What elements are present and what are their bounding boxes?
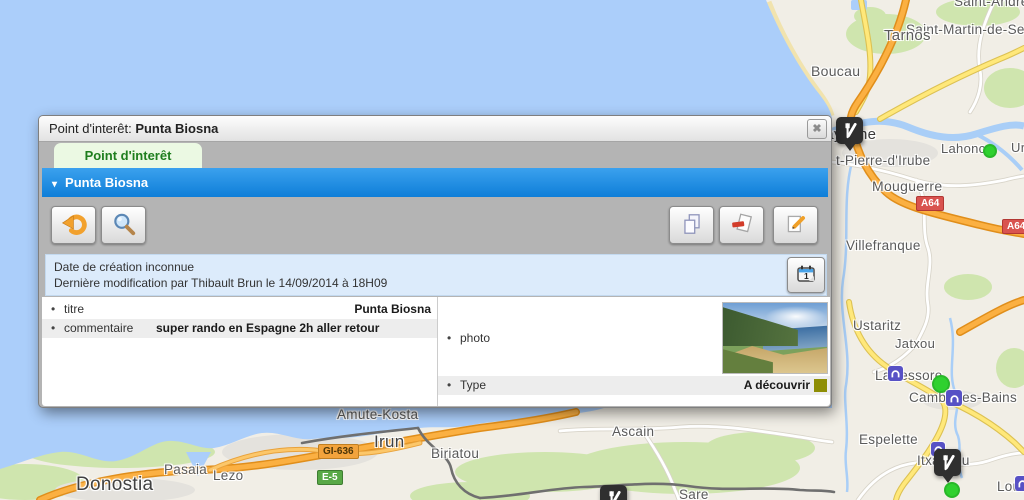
zoom-to-button[interactable] [101,206,146,244]
bridge-arch-icon [891,370,900,378]
tab-point-interet[interactable]: Point d'interêt [54,143,202,168]
fork-knife-icon [609,490,621,500]
commentaire-label: commentaire [64,321,134,335]
map-label: Ustaritz [853,318,902,333]
titre-label: titre [64,302,85,316]
type-value: A découvrir [743,378,810,392]
photo-label: photo [460,331,491,345]
fields-area: titre Punta Biosna commentaire super ran… [42,297,830,406]
type-color-swatch [814,379,827,392]
map-label: Pasaia [164,462,208,477]
dialog-title-name: Punta Biosna [135,121,219,136]
road-shield: A64 [1002,219,1024,234]
collapse-caret-icon: ▾ [52,179,58,190]
map-label: Lezo [213,468,244,483]
bridge-arch-icon [1018,480,1024,488]
map-label: Cambo-les-Bains [909,390,1018,405]
creation-date-text: Date de création inconnue [54,260,195,274]
map-label: Ascain [612,424,655,439]
fork-knife-icon [845,122,857,139]
magnifier-icon [111,211,137,240]
map-marker-poi[interactable] [1015,476,1024,491]
last-modified-text: Dernière modification par Thibault Brun … [54,276,388,290]
map-label: Mouguerre [872,178,943,194]
map-label: Biriatou [431,446,480,461]
map-label: Donostia [76,474,154,495]
close-button[interactable]: ✖ [807,119,827,139]
close-icon: ✖ [812,123,822,135]
svg-text:1: 1 [804,271,809,281]
map-label: Ur [1011,140,1024,155]
map-marker-poi[interactable] [946,390,962,406]
field-row-commentaire: commentaire super rando en Espagne 2h al… [42,319,437,338]
app-window: Saint-AndréSaint-Martin-de-SeignTarnosBo… [0,0,1024,500]
undo-button[interactable] [51,206,96,244]
dialog-title-prefix: Point d'interêt: [49,121,136,136]
type-label: Type [460,378,487,392]
section-title: Punta Biosna [65,175,149,190]
undo-arrow-icon [61,211,87,240]
map-marker-poi[interactable] [888,366,903,381]
map-label: Irun [374,432,405,451]
photo-thumbnail[interactable] [723,303,827,373]
field-row-type: Type A découvrir [438,376,830,395]
road-shield: E-5 [317,470,343,485]
poi-dialog: Point d'interêt: Punta Biosna ✖ Point d'… [38,115,832,408]
delete-icon [729,211,755,240]
commentaire-value: super rando en Espagne 2h aller retour [156,321,380,335]
map-label: Jatxou [895,336,936,351]
copy-button[interactable] [669,206,714,244]
map-marker-restaurant[interactable] [600,485,627,500]
map-marker-restaurant[interactable] [934,449,961,483]
map-marker-restaurant[interactable] [836,117,863,151]
fork-knife-icon [943,454,955,471]
map-label: Amute-Kosta [337,407,419,422]
edit-button[interactable] [773,206,818,244]
dialog-titlebar[interactable]: Point d'interêt: Punta Biosna ✖ [39,116,831,142]
map-label: Boucau [811,63,861,79]
map-label: Tarnos [884,27,931,44]
field-row-titre: titre Punta Biosna [42,300,437,319]
pencil-icon [783,211,809,240]
map-label: Espelette [859,432,918,447]
copy-icon [679,211,705,240]
map-marker-dot[interactable] [944,482,960,498]
bridge-arch-icon [949,394,959,402]
calendar-icon: 1 [794,262,818,289]
section-header[interactable]: ▾ Punta Biosna [42,168,828,197]
map-label: Saint-André [954,0,1024,9]
titre-value: Punta Biosna [354,302,431,316]
map-label: Villefranque [846,238,921,253]
map-label: Sare [679,487,709,500]
road-shield: GI-636 [318,444,359,459]
field-row-photo: photo [438,300,830,376]
map-label: t-Pierre-d'Irube [836,153,931,168]
metadata-panel: Date de création inconnue Dernière modif… [45,254,827,296]
map-marker-dot[interactable] [983,144,997,158]
road-shield: A64 [916,196,945,211]
history-button[interactable]: 1 [787,257,825,293]
delete-button[interactable] [719,206,764,244]
